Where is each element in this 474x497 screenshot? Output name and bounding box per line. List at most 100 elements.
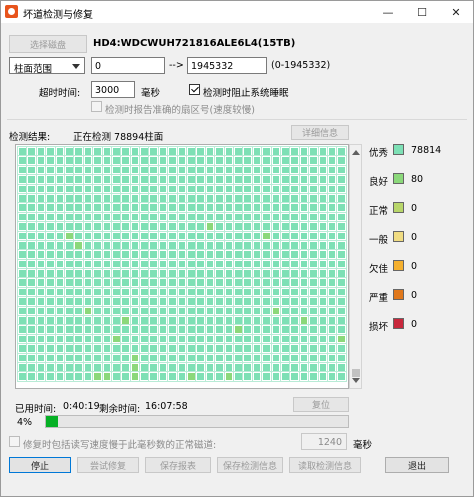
sector-cell — [223, 286, 235, 298]
sector-cell — [167, 146, 178, 157]
select-disk-button[interactable]: 选择磁盘 — [9, 35, 87, 53]
sector-cell — [195, 362, 206, 373]
sector-cell — [289, 164, 300, 176]
scroll-thumb[interactable] — [352, 369, 360, 377]
slow-track-threshold-input[interactable]: 1240 — [301, 433, 347, 450]
sector-cell — [186, 343, 197, 354]
sector-cell — [54, 286, 66, 298]
save-report-button[interactable]: 保存报表 — [145, 457, 211, 473]
sector-cell — [317, 221, 329, 232]
timeout-input[interactable]: 3000 — [91, 81, 135, 98]
scroll-up-icon[interactable] — [352, 150, 360, 155]
sector-cell — [45, 155, 56, 166]
sector-cell — [289, 192, 300, 204]
sector-cell — [336, 239, 347, 251]
sector-cell — [195, 164, 206, 176]
sector-cell — [279, 324, 291, 335]
sector-cell — [35, 239, 47, 251]
close-button[interactable]: ✕ — [439, 1, 473, 23]
progress-bar — [45, 415, 349, 428]
details-button[interactable]: 详细信息 — [291, 125, 349, 140]
sector-cell — [233, 315, 244, 326]
sector-cell — [336, 343, 347, 354]
sector-cell — [129, 305, 141, 317]
sector-cell — [101, 277, 113, 289]
sector-cell — [326, 371, 338, 382]
sector-cell — [261, 305, 272, 317]
sector-cell — [223, 192, 235, 204]
sector-cell — [298, 343, 310, 354]
sector-cell — [26, 305, 37, 317]
sector-cell — [214, 174, 225, 185]
sector-cell — [242, 305, 253, 317]
sector-cell — [63, 211, 75, 223]
sector-cell — [139, 286, 150, 298]
sector-cell — [233, 352, 244, 364]
sector-cell — [214, 333, 225, 345]
sector-cell — [148, 183, 160, 195]
sector-cell — [289, 230, 300, 242]
sector-cell — [176, 315, 188, 326]
try-repair-button[interactable]: 尝试修复 — [77, 457, 139, 473]
sector-cell — [270, 315, 282, 326]
sector-cell — [326, 268, 338, 279]
sector-cell — [129, 239, 141, 251]
maximize-button[interactable]: ☐ — [405, 1, 439, 23]
sector-cell — [110, 211, 122, 223]
stop-button[interactable]: 停止 — [9, 457, 71, 473]
sector-cell — [298, 164, 310, 176]
sector-cell — [317, 362, 329, 373]
reset-button[interactable]: 复位 — [293, 397, 349, 412]
sector-cell — [326, 192, 338, 204]
sector-cell — [17, 305, 28, 317]
sector-cell — [317, 315, 329, 326]
scroll-down-icon[interactable] — [352, 378, 360, 383]
sector-cell — [110, 146, 122, 157]
title-bar[interactable]: 坏道检测与修复 — ☐ ✕ — [1, 1, 473, 23]
save-state-button[interactable]: 保存检测信息 — [217, 457, 283, 473]
sector-cell — [26, 192, 37, 204]
legend-value: 0 — [411, 261, 418, 272]
sector-cell — [298, 230, 310, 242]
sector-cell — [308, 362, 319, 373]
sector-cell — [167, 230, 178, 242]
sector-cell — [92, 362, 103, 373]
sector-cell — [204, 183, 216, 195]
include-slow-tracks-checkbox[interactable] — [9, 436, 20, 447]
sector-cell — [54, 268, 66, 279]
load-state-button[interactable]: 读取检测信息 — [289, 457, 361, 473]
sector-cell — [195, 305, 206, 317]
prevent-sleep-checkbox[interactable] — [189, 84, 200, 95]
sector-cell — [317, 239, 329, 251]
report-sector-checkbox[interactable] — [91, 101, 102, 112]
sector-map — [15, 144, 349, 389]
sector-cell — [120, 183, 131, 195]
minimize-button[interactable]: — — [371, 1, 405, 23]
sector-cell — [251, 362, 263, 373]
sector-cell — [139, 202, 150, 213]
sector-cell — [176, 249, 188, 260]
sector-cell — [54, 249, 66, 260]
report-sector-label: 检测时报告准确的扇区号(速度较慢) — [105, 105, 255, 116]
range-mode-select[interactable]: 柱面范围 — [9, 57, 85, 75]
sector-cell — [148, 268, 160, 279]
sector-cell — [336, 352, 347, 364]
sector-cell — [35, 343, 47, 354]
sector-cell — [317, 146, 329, 157]
legend-swatch — [393, 144, 404, 155]
exit-button[interactable]: 退出 — [385, 457, 449, 473]
sector-cell — [270, 183, 282, 195]
sector-cell — [214, 352, 225, 364]
range-to-input[interactable]: 1945332 — [187, 57, 267, 74]
range-from-input[interactable]: 0 — [91, 57, 165, 74]
sector-cell — [167, 183, 178, 195]
legend-value: 0 — [411, 232, 418, 243]
sector-cell — [214, 277, 225, 289]
sector-cell — [63, 155, 75, 166]
sector-cell — [63, 324, 75, 335]
sector-cell — [251, 371, 263, 382]
sector-cell — [148, 164, 160, 176]
sector-cell — [308, 305, 319, 317]
sector-map-scrollbar[interactable] — [349, 144, 362, 389]
sector-cell — [279, 211, 291, 223]
